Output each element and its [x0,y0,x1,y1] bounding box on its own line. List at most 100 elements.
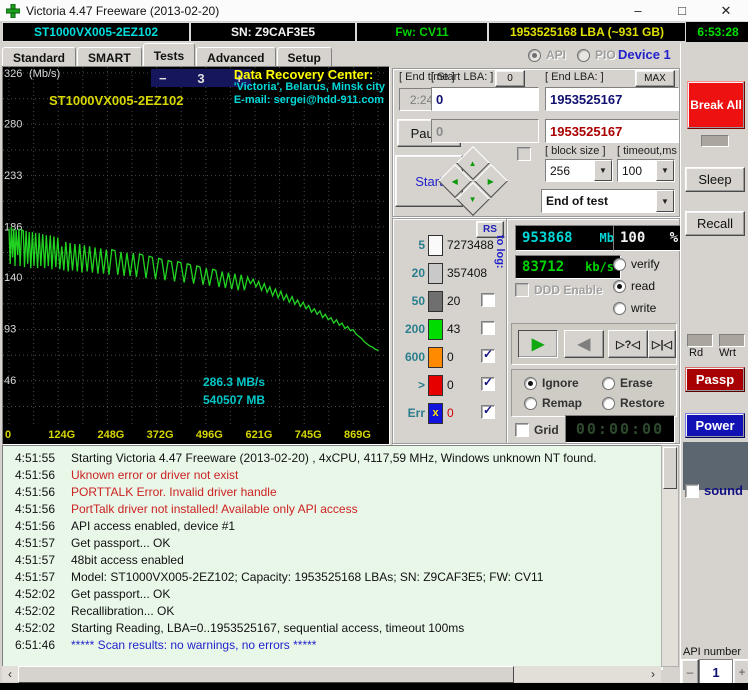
mode-radio-label: write [631,301,657,315]
end-lba-max-button[interactable]: MAX [635,70,675,87]
close-button[interactable]: ✕ [704,1,748,21]
log-text: Uknown error or driver not exist [71,467,239,482]
hscroll-right-arrow-icon[interactable]: › [645,666,661,682]
block-size-select[interactable]: 256 ▼ [545,159,613,182]
tab-standard[interactable]: Standard [2,47,77,66]
tab-setup[interactable]: Setup [276,47,332,66]
latency-row-err: Err x 0 [395,401,454,425]
end-action-dropdown-icon[interactable]: ▼ [656,190,674,212]
sound-checkbox[interactable]: sound [685,483,743,498]
log-horizontal-scrollbar[interactable]: ‹ › [2,666,661,683]
speed-curve [8,226,379,352]
play-button[interactable]: ▶ [518,330,558,358]
power-button[interactable]: Power [685,413,745,438]
latency-count: 0 [447,378,454,392]
tab-advanced[interactable]: Advanced [196,47,276,66]
defect-radio-ignore[interactable]: Ignore [524,376,579,390]
mode-radio-label: read [631,279,656,293]
api-radio[interactable]: API [528,48,566,62]
api-radio-dot[interactable] [528,48,541,62]
defect-radio-dot[interactable] [524,396,537,410]
latency-log-checkbox[interactable] [481,375,495,391]
log-vscroll-thumb[interactable] [663,447,677,489]
api-number-minus-button[interactable]: – [681,659,699,685]
mode-radio-dot[interactable] [613,301,626,315]
maximize-button[interactable]: □ [660,1,704,21]
log-entry: 4:52:02 Recallibration... OK [3,602,662,619]
skip-button[interactable]: ▷|◁ [648,330,676,358]
log-time: 4:51:56 [14,467,55,482]
seek-error-icon: ▷?◁ [616,338,640,351]
test-controls-panel: [ End time ] 2:24 ▲ ▼ Pause Start [ Star… [392,68,683,217]
mode-radio-verify[interactable]: verify [613,257,660,271]
tab-tests[interactable]: Tests [142,43,196,66]
sound-checkbox-box[interactable] [685,483,699,498]
ddd-enable-box[interactable] [515,283,529,297]
seek-error-button[interactable]: ▷?◁ [608,330,648,358]
api-number-plus-button[interactable]: + [733,659,748,685]
side-panel: Break All Sleep Recall Rd Wrt Passp Powe… [680,43,748,685]
mode-radio-write[interactable]: write [613,301,656,315]
ddd-enable-checkbox[interactable]: DDD Enable [515,283,603,297]
end-action-select[interactable]: End of test ▼ [541,189,675,213]
latency-row-5: 5 7273488 [395,233,494,257]
hscroll-left-arrow-icon[interactable]: ‹ [2,666,18,682]
minimize-button[interactable]: – [616,1,660,21]
latency-log-checkbox[interactable] [481,293,495,307]
mode-radio-read[interactable]: read [613,279,655,293]
defect-radio-remap[interactable]: Remap [524,396,582,410]
mode-radio-dot[interactable] [613,279,626,293]
latency-log-checkbox[interactable] [481,347,495,363]
defect-radio-dot[interactable] [602,376,615,390]
passport-button[interactable]: Passp [685,367,745,392]
timeout-value: 100 [622,163,643,178]
defect-radio-dot[interactable] [524,376,537,390]
latency-log-checkbox[interactable] [481,321,495,335]
ddd-enable-label: DDD Enable [534,283,603,297]
timeout-dropdown-icon[interactable]: ▼ [656,160,674,181]
defect-radio-dot[interactable] [602,396,615,410]
log-text: Get passport... OK [71,535,171,550]
log-area[interactable]: 4:51:55 Starting Victoria 4.47 Freeware (… [2,445,663,670]
nav-option-checkbox[interactable] [517,147,531,161]
log-hscroll-thumb[interactable] [18,666,514,683]
defect-radio-erase[interactable]: Erase [602,376,653,390]
status-panel: 953868 Mb 100 % 83712 kb/s DDD Enable ve… [506,218,685,444]
latency-log-checkbox[interactable] [481,403,495,419]
grid-checkbox-box[interactable] [515,423,529,437]
grid-label: Grid [534,423,559,437]
log-text: Starting Reading, LBA=0..1953525167, seq… [71,620,465,635]
graph-zoom-out-button[interactable]: − [159,71,167,86]
grid-checkbox[interactable]: Grid [515,423,559,437]
tab-smart[interactable]: SMART [77,47,142,66]
log-time: 4:51:55 [14,450,55,465]
latency-count: 7273488 [447,238,494,252]
back-button[interactable]: ◀ [564,330,604,358]
nav-down-icon: ▼ [469,194,477,204]
start-lba-input[interactable]: 0 [431,87,539,111]
defect-radio-label: Ignore [542,376,579,390]
timer-lcd: 00:00:00 [565,415,675,443]
recall-button[interactable]: Recall [685,211,745,236]
pio-radio[interactable]: PIO [577,48,616,62]
start-lba-zero-button[interactable]: 0 [495,70,525,87]
end-lba-input[interactable]: 1953525167 [545,87,679,111]
api-number-value[interactable]: 1 [699,659,733,685]
sleep-button[interactable]: Sleep [685,167,745,192]
vendor-banner: Data Recovery Center: 'Victoria', Belaru… [234,68,385,107]
y-axis-tick: 233 [4,170,22,182]
timeout-select[interactable]: 100 ▼ [617,159,675,182]
x-axis-tick: 621G [246,429,273,441]
latency-counters-panel: RS to log: 5 7273488 20 357408 50 20 200 43 600 0… [392,218,507,444]
defect-radio-restore[interactable]: Restore [602,396,665,410]
block-size-dropdown-icon[interactable]: ▼ [594,160,612,181]
break-all-button[interactable]: Break All [687,81,745,129]
busy-led [701,135,729,147]
log-vertical-scrollbar[interactable] [661,445,679,667]
mode-radio-dot[interactable] [613,257,626,271]
pio-radio-dot[interactable] [577,48,590,62]
drive-firmware: Fw: CV11 [356,22,488,42]
y-axis-tick: 280 [4,118,22,130]
api-label: API [546,48,567,62]
drive-model: ST1000VX005-2EZ102 [2,22,190,42]
